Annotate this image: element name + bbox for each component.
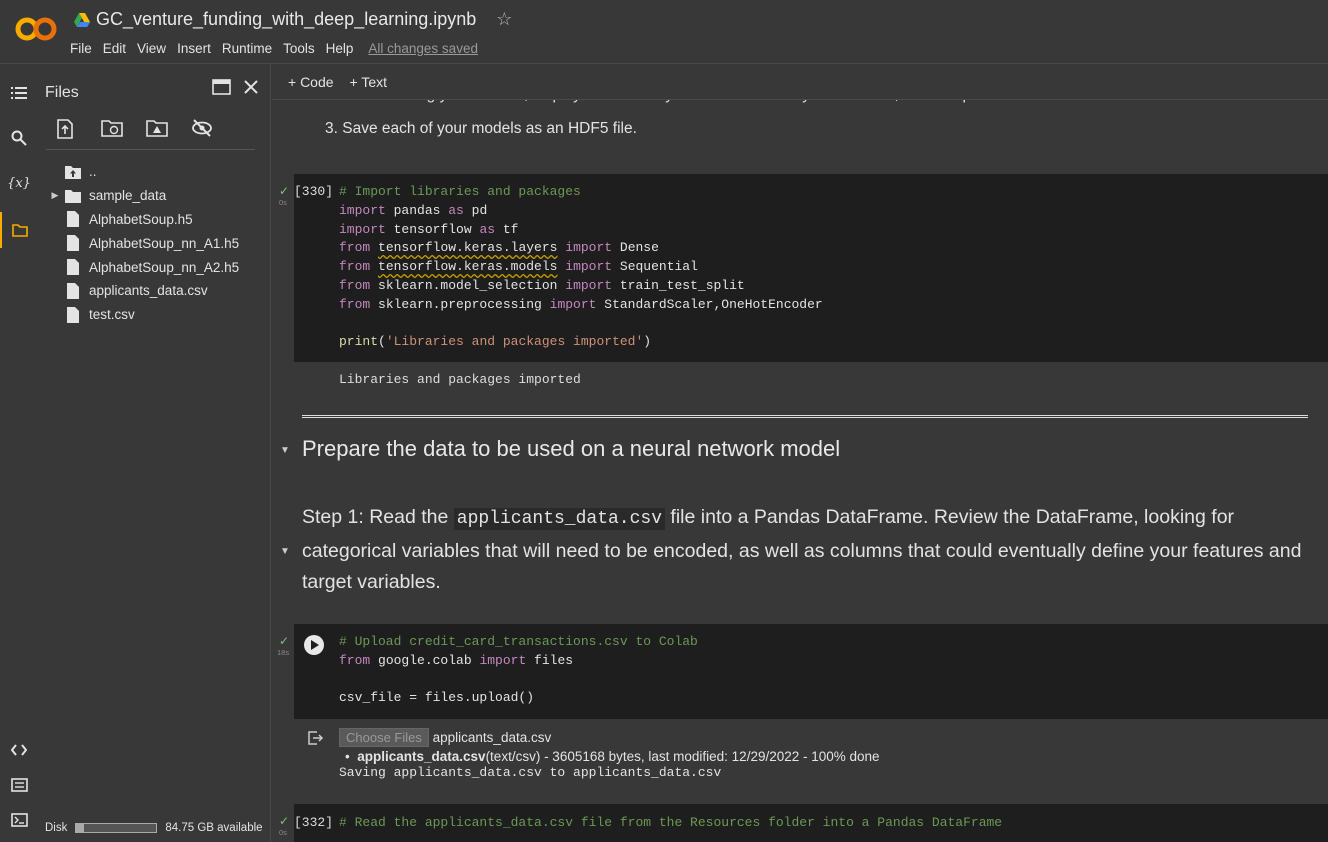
top-bar: GC_venture_funding_with_deep_learning.ip… xyxy=(0,0,1328,64)
add-code-button[interactable]: + Code xyxy=(288,74,334,90)
files-divider xyxy=(46,149,255,150)
menu-insert[interactable]: Insert xyxy=(176,41,217,56)
close-icon[interactable] xyxy=(243,79,259,95)
cell-toolbar: + Code + Text xyxy=(272,64,1328,100)
cell-runtime: 18s xyxy=(277,648,290,657)
bullet: • xyxy=(345,749,350,764)
inline-code: applicants_data.csv xyxy=(453,508,666,530)
upload-file-icon[interactable] xyxy=(56,119,78,139)
section-heading: Prepare the data to be used on a neural … xyxy=(302,436,841,461)
google-drive-icon xyxy=(74,12,90,27)
upload-output: Choose Files applicants_data.csv • appli… xyxy=(339,728,880,781)
code-editor[interactable]: # Upload credit_card_transactions.csv to… xyxy=(339,633,698,708)
file-icon xyxy=(67,259,79,276)
notebook-title[interactable]: GC_venture_funding_with_deep_learning.ip… xyxy=(96,9,476,30)
collapse-section-icon[interactable]: ▼ xyxy=(280,445,290,456)
star-icon[interactable]: ☆ xyxy=(496,9,512,30)
tree-item-file[interactable]: AlphabetSoup_nn_A1.h5 xyxy=(46,231,266,255)
tree-item-file[interactable]: applicants_data.csv xyxy=(46,279,266,303)
add-text-button[interactable]: + Text xyxy=(350,74,388,90)
execution-count: [332] xyxy=(294,815,334,830)
terminal-icon[interactable] xyxy=(0,802,38,838)
horizontal-rule xyxy=(302,415,1308,418)
step-3-text: 3. Save each of your models as an HDF5 f… xyxy=(325,120,637,137)
disk-available: 84.75 GB available xyxy=(165,822,263,834)
file-icon xyxy=(67,282,79,299)
uploaded-file-info: (text/csv) - 3605168 bytes, last modifie… xyxy=(485,749,880,764)
notebook-area: + Code + Text 2. After finishing your mo… xyxy=(272,64,1328,842)
refresh-folder-icon[interactable] xyxy=(101,119,123,139)
uploaded-file-name: applicants_data.csv xyxy=(357,749,486,764)
success-check-icon: ✓ xyxy=(279,814,290,828)
code-snippets-icon[interactable] xyxy=(0,732,38,768)
folder-icon xyxy=(65,189,81,203)
menu-bar: File Edit View Insert Runtime Tools Help… xyxy=(69,41,488,56)
menu-edit[interactable]: Edit xyxy=(102,41,132,56)
success-check-icon: ✓ xyxy=(279,634,290,648)
files-panel: Files .. ▶ sample_data AlphabetSoup.h5 Al… xyxy=(38,64,271,842)
code-editor[interactable]: # Import libraries and packages import p… xyxy=(339,183,823,352)
left-icon-rail: {x} xyxy=(0,64,38,842)
hide-files-icon[interactable] xyxy=(191,119,213,139)
collapse-section-icon[interactable]: ▼ xyxy=(280,546,290,557)
chosen-file-name: applicants_data.csv xyxy=(432,730,552,745)
disk-usage: Disk 84.75 GB available xyxy=(45,822,263,834)
variables-icon[interactable]: {x} xyxy=(0,165,38,201)
execution-count: [330] xyxy=(294,184,334,199)
file-tree: .. ▶ sample_data AlphabetSoup.h5 Alphabet… xyxy=(46,160,266,327)
tree-item-parent[interactable]: .. xyxy=(46,160,266,184)
menu-tools[interactable]: Tools xyxy=(282,41,321,56)
output-icon[interactable] xyxy=(308,731,324,745)
saving-message: Saving applicants_data.csv to applicants… xyxy=(339,765,722,780)
mount-drive-icon[interactable] xyxy=(146,119,168,139)
save-status[interactable]: All changes saved xyxy=(367,41,484,56)
search-icon[interactable] xyxy=(0,120,38,156)
expand-icon[interactable]: ▶ xyxy=(46,190,64,201)
menu-runtime[interactable]: Runtime xyxy=(221,41,278,56)
files-panel-title: Files xyxy=(45,84,79,101)
tree-item-file[interactable]: test.csv xyxy=(46,303,266,327)
success-check-icon: ✓ xyxy=(279,184,290,198)
cell-runtime: 0s xyxy=(279,828,287,837)
tree-item-file[interactable]: AlphabetSoup_nn_A2.h5 xyxy=(46,255,266,279)
file-icon xyxy=(67,306,79,323)
tree-item-folder[interactable]: ▶ sample_data xyxy=(46,184,266,208)
code-cell-read-csv[interactable]: [332] # Read the applicants_data.csv fil… xyxy=(294,804,1328,842)
code-cell-imports[interactable]: [330] # Import libraries and packages im… xyxy=(294,174,1328,362)
disk-label: Disk xyxy=(45,822,68,834)
menu-file[interactable]: File xyxy=(69,41,98,56)
menu-view[interactable]: View xyxy=(136,41,172,56)
file-icon xyxy=(67,211,79,228)
table-of-contents-icon[interactable] xyxy=(0,75,38,111)
step-1-text: Step 1: Read the applicants_data.csv fil… xyxy=(302,506,1302,593)
code-cell-upload[interactable]: # Upload credit_card_transactions.csv to… xyxy=(294,624,1328,719)
folder-up-icon xyxy=(65,165,81,179)
code-editor[interactable]: # Read the applicants_data.csv file from… xyxy=(339,814,1002,833)
cell-runtime: 0s xyxy=(279,198,287,207)
run-cell-button[interactable] xyxy=(304,635,324,655)
files-folder-icon[interactable] xyxy=(0,212,38,248)
choose-files-button[interactable]: Choose Files xyxy=(339,728,429,747)
command-palette-icon[interactable] xyxy=(0,767,38,803)
disk-usage-fill xyxy=(76,824,85,832)
tree-item-file[interactable]: AlphabetSoup.h5 xyxy=(46,208,266,232)
disk-usage-bar xyxy=(75,823,158,833)
open-in-tab-icon[interactable] xyxy=(212,79,231,95)
file-icon xyxy=(67,235,79,252)
menu-help[interactable]: Help xyxy=(325,41,360,56)
colab-logo[interactable] xyxy=(14,14,58,44)
cell-output: Libraries and packages imported xyxy=(339,372,581,387)
